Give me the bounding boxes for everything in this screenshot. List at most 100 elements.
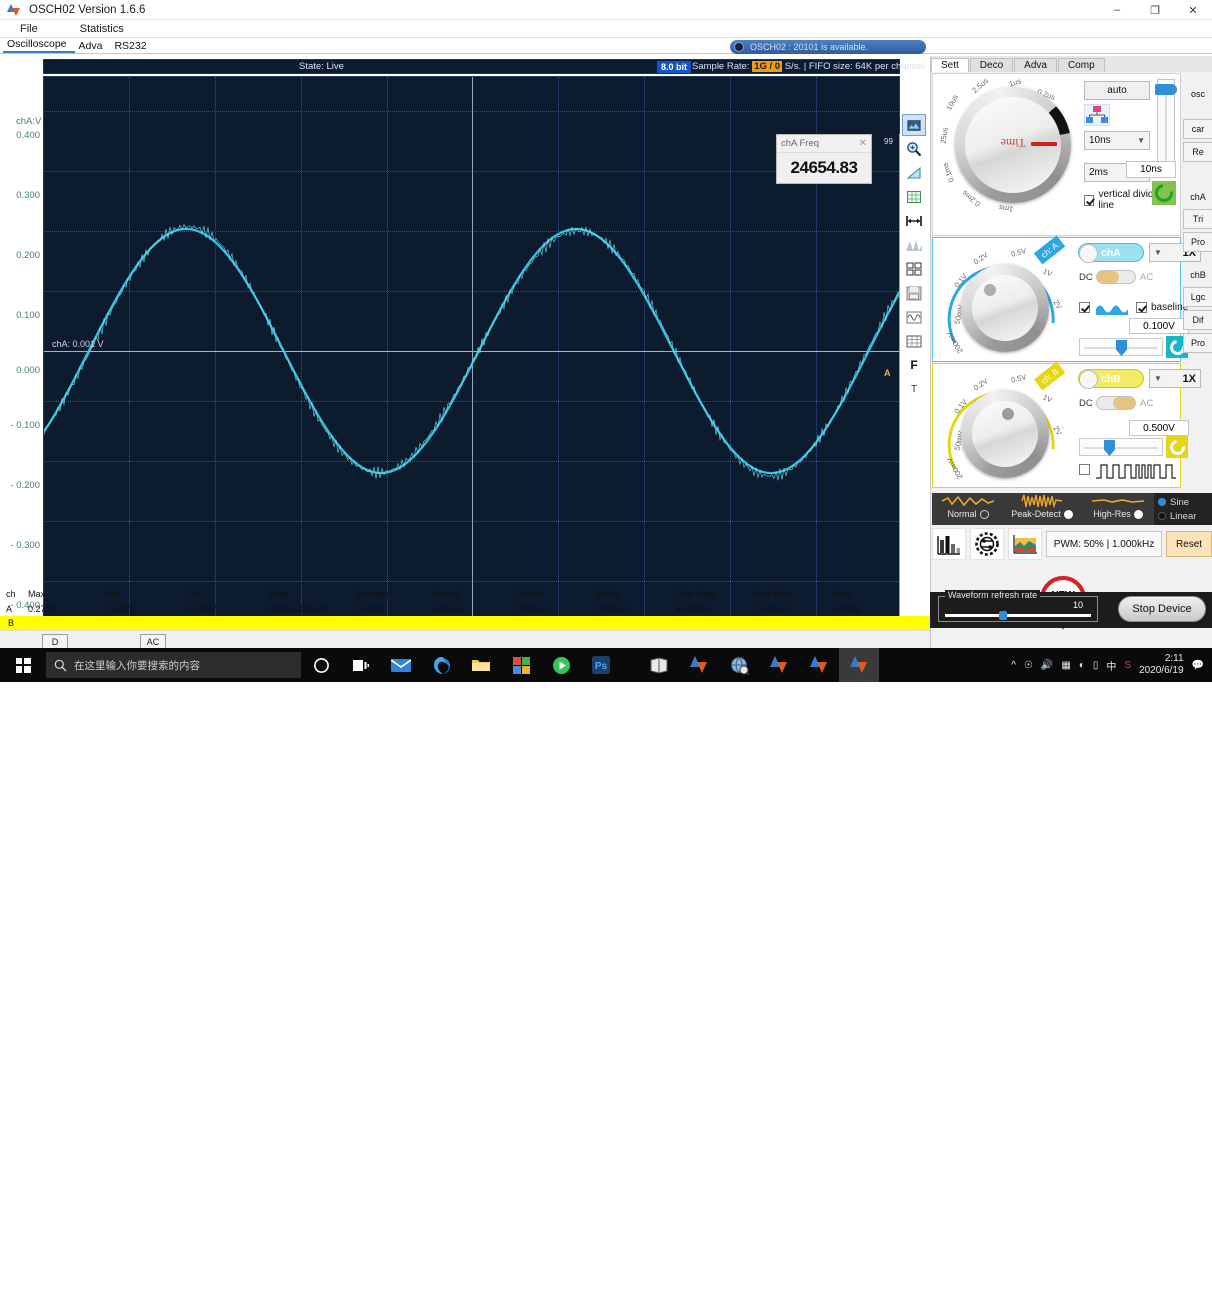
ac-button[interactable]: AC xyxy=(140,634,166,649)
vtab-pro2[interactable]: Pro xyxy=(1183,333,1212,353)
chb-knob[interactable] xyxy=(961,390,1049,478)
chb-logic-checkbox[interactable] xyxy=(1079,464,1094,475)
mode-normal[interactable]: Normal xyxy=(932,493,1004,525)
vtab-chb[interactable]: chB xyxy=(1183,266,1212,284)
cha-knob[interactable] xyxy=(961,264,1049,352)
radio-normal[interactable] xyxy=(979,509,989,519)
timebase-select[interactable]: 10ns ▼ xyxy=(1084,131,1150,150)
vtab-dif[interactable]: Dif xyxy=(1183,310,1212,330)
osch-icon[interactable] xyxy=(839,648,879,682)
cortana-icon[interactable] xyxy=(301,648,341,682)
vtab-cha[interactable]: chA xyxy=(1183,188,1212,206)
photoshop-icon[interactable]: Ps xyxy=(581,648,621,682)
excel-icon[interactable]: ▦ xyxy=(1061,660,1070,671)
trigger-t-button[interactable]: T xyxy=(902,378,926,400)
menu-item-statistics[interactable]: Statistics xyxy=(80,23,124,35)
osch-icon[interactable] xyxy=(799,648,839,682)
horizontal-measure-icon[interactable] xyxy=(902,210,926,232)
triangle-ruler-icon[interactable] xyxy=(902,162,926,184)
book-icon[interactable] xyxy=(639,648,679,682)
grid-icon[interactable] xyxy=(902,186,926,208)
chb-probe-select[interactable]: ▼ 1X xyxy=(1149,369,1201,388)
tab-rs232[interactable]: RS232 xyxy=(110,40,154,53)
chb-slider-thumb[interactable] xyxy=(1104,440,1115,456)
tab-adva[interactable]: Adva xyxy=(75,40,111,53)
table-icon[interactable] xyxy=(902,330,926,352)
chb-position-slider[interactable] xyxy=(1079,438,1163,456)
notification-icon[interactable]: 💬 xyxy=(1192,660,1204,671)
screenshot-icon[interactable] xyxy=(902,114,926,136)
reset-button[interactable]: Reset xyxy=(1166,531,1212,557)
waveform-plot[interactable]: chA: 0.001 V xyxy=(43,76,900,624)
histogram-icon[interactable] xyxy=(932,528,966,560)
zoom-in-icon[interactable] xyxy=(902,138,926,160)
save-disk-icon[interactable] xyxy=(902,282,926,304)
ime-icon[interactable]: 中 xyxy=(1106,658,1116,673)
osch-icon[interactable] xyxy=(759,648,799,682)
minimize-button[interactable]: – xyxy=(1098,0,1136,20)
close-icon[interactable]: ✕ xyxy=(859,138,867,149)
settings-gear-icon[interactable] xyxy=(970,528,1004,560)
maximize-button[interactable]: ❐ xyxy=(1136,0,1174,20)
tab-adva-panel[interactable]: Adva xyxy=(1014,58,1057,72)
time-slider-thumb[interactable] xyxy=(1155,84,1177,95)
cha-position-slider[interactable] xyxy=(1079,338,1163,356)
stop-device-button[interactable]: Stop Device xyxy=(1118,596,1206,622)
trigger-level-marker[interactable]: A xyxy=(884,368,891,378)
auto-button[interactable]: auto xyxy=(1084,81,1150,100)
pwm-readout[interactable]: PWM: 50% | 1.000kHz xyxy=(1046,531,1162,557)
chevron-up-icon[interactable]: ^ xyxy=(1011,660,1016,671)
media-icon[interactable] xyxy=(541,648,581,682)
taskbar-clock[interactable]: 2:11 2020/6/19 xyxy=(1139,653,1184,677)
mode-high-res[interactable]: High-Res xyxy=(1082,493,1154,525)
wave-shape-sine[interactable]: Sine xyxy=(1158,495,1208,509)
chb-reset-icon[interactable] xyxy=(1166,436,1188,458)
volume-icon[interactable]: 🔊 xyxy=(1041,660,1053,671)
network-icon[interactable]: ◐ xyxy=(1079,660,1085,671)
globe-icon[interactable] xyxy=(719,648,759,682)
cha-slider-thumb[interactable] xyxy=(1116,340,1127,356)
menu-item-file[interactable]: File xyxy=(20,23,38,35)
time-reset-icon[interactable] xyxy=(1151,180,1177,206)
explorer-icon[interactable] xyxy=(461,648,501,682)
filter-f-button[interactable]: F xyxy=(902,354,926,376)
close-button[interactable]: ✕ xyxy=(1174,0,1212,20)
chb-coupling-toggle[interactable] xyxy=(1096,396,1136,410)
wave-shape-linear[interactable]: Linear xyxy=(1158,509,1208,523)
osch-icon[interactable] xyxy=(679,648,719,682)
tab-oscilloscope[interactable]: Oscilloscope xyxy=(3,38,75,53)
vtab-pro1[interactable]: Pro xyxy=(1183,232,1212,252)
vtab-car[interactable]: car xyxy=(1183,119,1212,139)
radio-sine[interactable] xyxy=(1158,498,1166,506)
mail-icon[interactable] xyxy=(381,648,421,682)
firefox-icon[interactable] xyxy=(421,648,461,682)
device-status-pill[interactable]: OSCH02 : 20101 is available. xyxy=(730,40,926,54)
vtab-osc[interactable]: osc xyxy=(1183,85,1212,103)
trigger-tree-icon[interactable] xyxy=(1084,104,1110,126)
tab-deco[interactable]: Deco xyxy=(969,58,1014,72)
radio-linear[interactable] xyxy=(1158,512,1166,520)
measurement-popup[interactable]: chA Freq ✕ 24654.83 xyxy=(776,134,872,184)
time-vertical-slider[interactable] xyxy=(1155,79,1177,169)
radio-peak-detect[interactable] xyxy=(1063,509,1073,519)
task-view-icon[interactable] xyxy=(341,648,381,682)
waveform-icon[interactable] xyxy=(902,306,926,328)
tab-comp[interactable]: Comp xyxy=(1057,58,1105,72)
tab-sett[interactable]: Sett xyxy=(931,58,969,72)
digital-button[interactable]: D xyxy=(42,634,68,649)
security-icon[interactable]: ☉ xyxy=(1024,660,1033,671)
refresh-rate-slider-thumb[interactable] xyxy=(999,611,1007,620)
cha-enable-toggle[interactable]: chA xyxy=(1078,243,1144,263)
cha-value-field[interactable]: 0.100V xyxy=(1129,318,1189,334)
window-tile-icon[interactable] xyxy=(902,258,926,280)
chb-value-field[interactable]: 0.500V xyxy=(1129,420,1189,436)
search-input[interactable]: 在这里输入你要搜索的内容 xyxy=(46,652,301,678)
spectrum-icon[interactable] xyxy=(1008,528,1042,560)
cha-baseline-checkbox[interactable]: baseline xyxy=(1136,302,1188,313)
cha-coupling-toggle[interactable] xyxy=(1096,270,1136,284)
store-icon[interactable] xyxy=(501,648,541,682)
radio-high-res[interactable] xyxy=(1133,509,1143,519)
battery-icon[interactable]: ▯ xyxy=(1093,660,1099,671)
time-knob[interactable]: Time xyxy=(955,87,1071,203)
cha-wave-checkbox[interactable] xyxy=(1079,302,1094,313)
